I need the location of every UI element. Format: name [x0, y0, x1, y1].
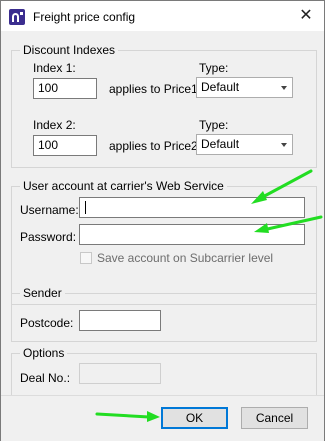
text-caret — [85, 201, 86, 215]
deal-number-input — [79, 363, 161, 384]
postcode-label: Postcode: — [20, 316, 74, 330]
chevron-down-icon — [281, 86, 287, 90]
window-title: Freight price config — [33, 10, 136, 24]
options-label: Options — [20, 347, 68, 360]
discount-indexes-group: Discount Indexes Index 1: 100 applies to… — [11, 44, 317, 168]
index2-input[interactable]: 100 — [33, 135, 97, 156]
type2-select[interactable]: Default — [196, 134, 293, 155]
dialog-window: Freight price config ✕ Discount Indexes … — [0, 0, 325, 441]
index1-input[interactable]: 100 — [33, 78, 97, 99]
sender-label: Sender — [20, 287, 65, 300]
discount-indexes-label: Discount Indexes — [20, 44, 119, 57]
save-account-checkbox[interactable] — [80, 252, 92, 264]
index2-applies-label: applies to Price2 — [109, 139, 198, 153]
type1-label: Type: — [199, 61, 229, 75]
username-label: Username: — [20, 203, 79, 217]
cancel-button[interactable]: Cancel — [241, 407, 308, 429]
sender-group: Sender Postcode: — [11, 287, 317, 342]
options-group: Options Deal No.: — [11, 347, 317, 396]
type2-selected-value: Default — [201, 137, 240, 151]
username-input[interactable] — [79, 197, 305, 218]
password-label: Password: — [20, 230, 77, 244]
app-logo-icon — [9, 9, 25, 25]
title-bar: Freight price config ✕ — [1, 1, 324, 31]
type1-selected-value: Default — [201, 80, 240, 94]
type2-label: Type: — [199, 118, 229, 132]
index1-label: Index 1: — [33, 61, 76, 75]
button-bar: OK Cancel — [1, 395, 324, 441]
ok-button[interactable]: OK — [161, 407, 228, 429]
password-input[interactable] — [79, 224, 305, 245]
user-account-label: User account at carrier's Web Service — [20, 180, 227, 193]
postcode-input[interactable] — [79, 310, 161, 331]
index2-label: Index 2: — [33, 118, 76, 132]
index1-applies-label: applies to Price1 — [109, 82, 198, 96]
close-button[interactable]: ✕ — [288, 1, 324, 31]
chevron-down-icon — [281, 143, 287, 147]
dialog-body: Discount Indexes Index 1: 100 applies to… — [1, 31, 324, 441]
type1-select[interactable]: Default — [196, 77, 293, 98]
deal-number-label: Deal No.: — [20, 371, 71, 385]
save-account-label: Save account on Subcarrier level — [97, 251, 274, 265]
